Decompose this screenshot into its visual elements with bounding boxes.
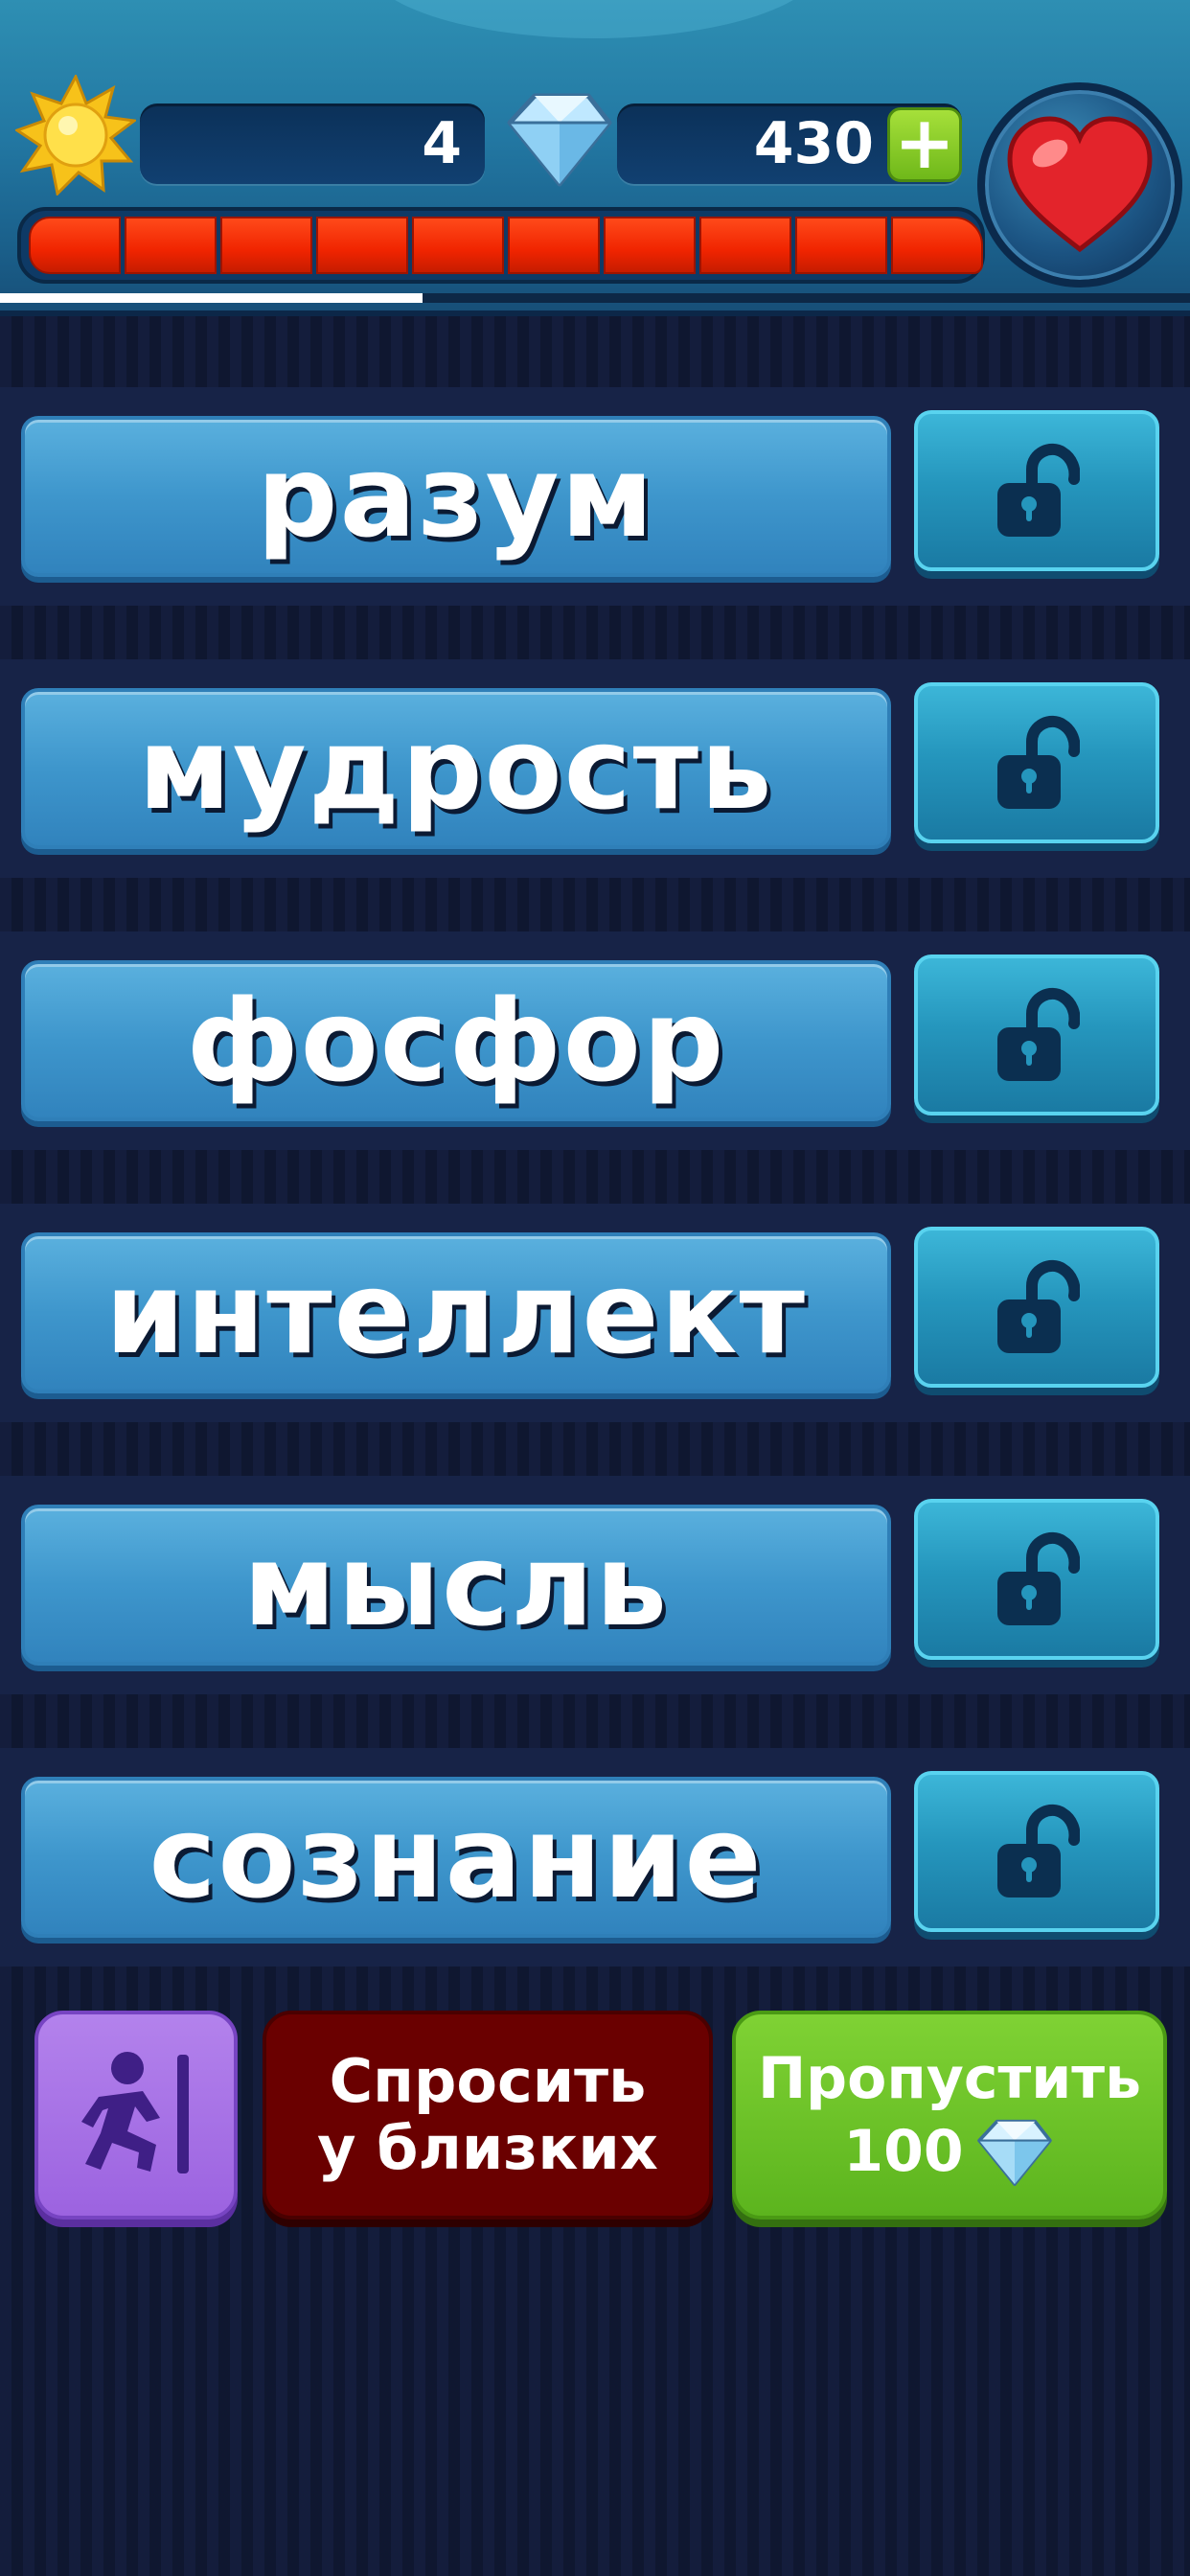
exit-button[interactable] (34, 2011, 238, 2220)
lives-button[interactable] (977, 82, 1182, 288)
unlock-button[interactable] (914, 954, 1159, 1116)
word-label: фосфор (186, 975, 726, 1107)
word-label: сознание (149, 1791, 764, 1923)
skip-label: Пропустить (757, 2045, 1142, 2112)
skip-cost-value: 100 (843, 2118, 964, 2185)
ask-friends-button[interactable]: Спросить у близких (263, 2011, 713, 2220)
word-button[interactable]: интеллект (21, 1232, 891, 1393)
unlock-button[interactable] (914, 1771, 1159, 1932)
ask-label-line2: у близких (317, 2113, 658, 2183)
word-button[interactable]: фосфор (21, 960, 891, 1121)
open-lock-icon (997, 1259, 1080, 1353)
open-lock-icon (997, 987, 1080, 1081)
health-segment (891, 217, 983, 274)
word-row: мысль (0, 1476, 1190, 1694)
level-counter: 4 (140, 104, 485, 184)
health-segment (29, 217, 121, 274)
health-segment (795, 217, 887, 274)
word-label: мысль (242, 1519, 670, 1651)
word-row: интеллект (0, 1204, 1190, 1422)
word-button[interactable]: сознание (21, 1777, 891, 1938)
sun-icon (15, 75, 136, 196)
health-segment (508, 217, 600, 274)
unlock-button[interactable] (914, 1499, 1159, 1660)
word-row: мудрость (0, 659, 1190, 878)
open-lock-icon (997, 443, 1080, 537)
health-segment (125, 217, 217, 274)
word-button[interactable]: мысль (21, 1505, 891, 1666)
diamond-icon (976, 2119, 1052, 2186)
open-lock-icon (997, 715, 1080, 809)
open-lock-icon (997, 1804, 1080, 1898)
health-bar (29, 217, 983, 274)
health-segment (220, 217, 312, 274)
skip-button[interactable]: Пропустить 100 (732, 2011, 1167, 2220)
health-segment (699, 217, 791, 274)
word-button[interactable]: мудрость (21, 688, 891, 849)
header-glow (364, 0, 824, 38)
buy-gems-button[interactable]: + (887, 106, 962, 182)
word-label: интеллект (105, 1247, 807, 1379)
word-label: мудрость (138, 702, 774, 835)
heart-icon (1007, 116, 1153, 253)
word-button[interactable]: разум (21, 416, 891, 577)
ask-label-line1: Спросить (329, 2046, 647, 2116)
unlock-button[interactable] (914, 682, 1159, 843)
skip-cost: 100 (843, 2115, 1055, 2188)
word-label: разум (256, 430, 656, 563)
unlock-button[interactable] (914, 1227, 1159, 1388)
open-lock-icon (997, 1531, 1080, 1625)
word-row: разум (0, 387, 1190, 606)
level-progress (0, 293, 1190, 303)
health-segment (412, 217, 504, 274)
top-bar: 4 430 + (0, 0, 1190, 316)
word-row: сознание (0, 1748, 1190, 1966)
word-row: фосфор (0, 932, 1190, 1150)
health-segment (316, 217, 408, 274)
level-progress-fill (0, 293, 423, 303)
diamond-icon (507, 93, 612, 187)
exit-icon (81, 2052, 189, 2174)
unlock-button[interactable] (914, 410, 1159, 571)
health-segment (604, 217, 696, 274)
